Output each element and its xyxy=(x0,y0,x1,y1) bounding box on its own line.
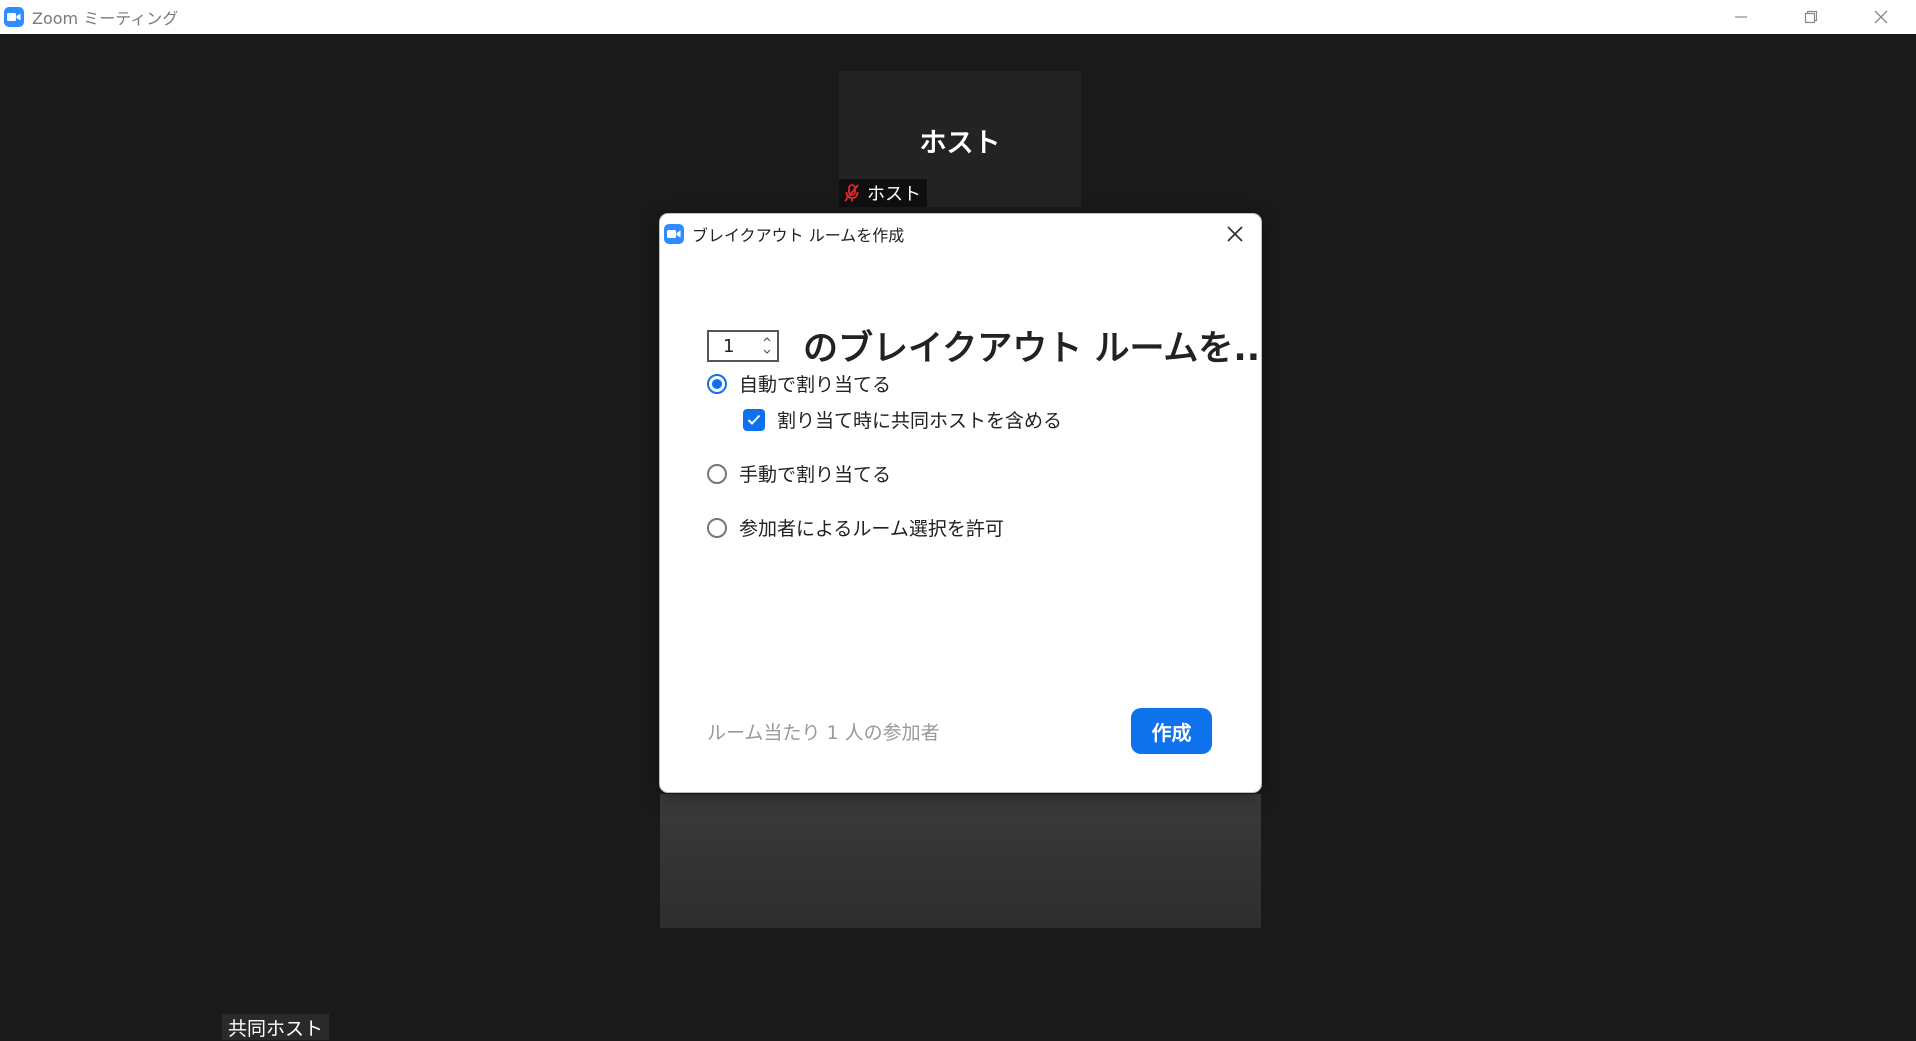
stepper-up-button[interactable] xyxy=(761,334,773,345)
option-include-cohost[interactable]: 割り当て時に共同ホストを含める xyxy=(743,406,1062,433)
mic-muted-icon xyxy=(844,184,859,202)
host-tile-name: ホスト xyxy=(919,128,1001,159)
participants-per-room-text: ルーム当たり 1 人の参加者 xyxy=(707,722,940,744)
close-icon xyxy=(1874,10,1888,24)
checkmark-icon xyxy=(747,414,761,425)
restore-button[interactable] xyxy=(1776,0,1846,34)
option-self-select[interactable]: 参加者によるルーム選択を許可 xyxy=(707,514,1004,541)
manual-assign-label: 手動で割り当てる xyxy=(739,464,892,486)
option-manual-assign[interactable]: 手動で割り当てる xyxy=(707,460,891,487)
close-window-button[interactable] xyxy=(1846,0,1916,34)
room-count-row: 1 のブレイクアウト ルームを... xyxy=(707,320,1261,371)
include-cohost-label: 割り当て時に共同ホストを含める xyxy=(777,410,1063,432)
room-count-suffix: のブレイクアウト ルームを... xyxy=(803,329,1261,369)
chevron-down-icon xyxy=(763,349,771,354)
dialog-titlebar: ブレイクアウト ルームを作成 xyxy=(664,220,904,248)
dialog-close-button[interactable] xyxy=(1223,222,1247,246)
breakout-room-dialog: ブレイクアウト ルームを作成 1 のブレイクアウト ルームを... 自動で割り当… xyxy=(660,214,1261,792)
minimize-button[interactable] xyxy=(1706,0,1776,34)
auto-assign-radio[interactable] xyxy=(707,373,727,394)
minimize-icon xyxy=(1735,16,1747,18)
self-select-radio[interactable] xyxy=(707,517,727,538)
self-select-label: 参加者によるルーム選択を許可 xyxy=(739,518,1004,540)
zoom-camera-icon xyxy=(4,7,24,27)
stepper-down-button[interactable] xyxy=(761,347,773,358)
window-title: Zoom ミーティング xyxy=(32,9,179,28)
room-count-value[interactable]: 1 xyxy=(723,336,734,357)
close-icon xyxy=(1227,226,1243,242)
zoom-camera-icon xyxy=(664,224,684,244)
room-count-stepper[interactable]: 1 xyxy=(707,329,779,362)
chevron-up-icon xyxy=(763,337,771,342)
dialog-title: ブレイクアウト ルームを作成 xyxy=(692,226,905,245)
window-titlebar: Zoom ミーティング xyxy=(0,0,1916,34)
auto-assign-label: 自動で割り当てる xyxy=(739,374,892,396)
host-name-label: ホスト xyxy=(839,179,927,207)
cohost-name-label: 共同ホスト xyxy=(222,1014,330,1040)
restore-icon xyxy=(1804,10,1818,24)
option-auto-assign[interactable]: 自動で割り当てる xyxy=(707,370,891,397)
host-video-tile[interactable]: ホスト ホスト xyxy=(839,71,1081,207)
create-button[interactable]: 作成 xyxy=(1131,708,1212,754)
participant-video-tile xyxy=(660,794,1261,928)
manual-assign-radio[interactable] xyxy=(707,463,727,484)
include-cohost-checkbox[interactable] xyxy=(743,408,765,431)
host-label-text: ホスト xyxy=(867,184,921,205)
